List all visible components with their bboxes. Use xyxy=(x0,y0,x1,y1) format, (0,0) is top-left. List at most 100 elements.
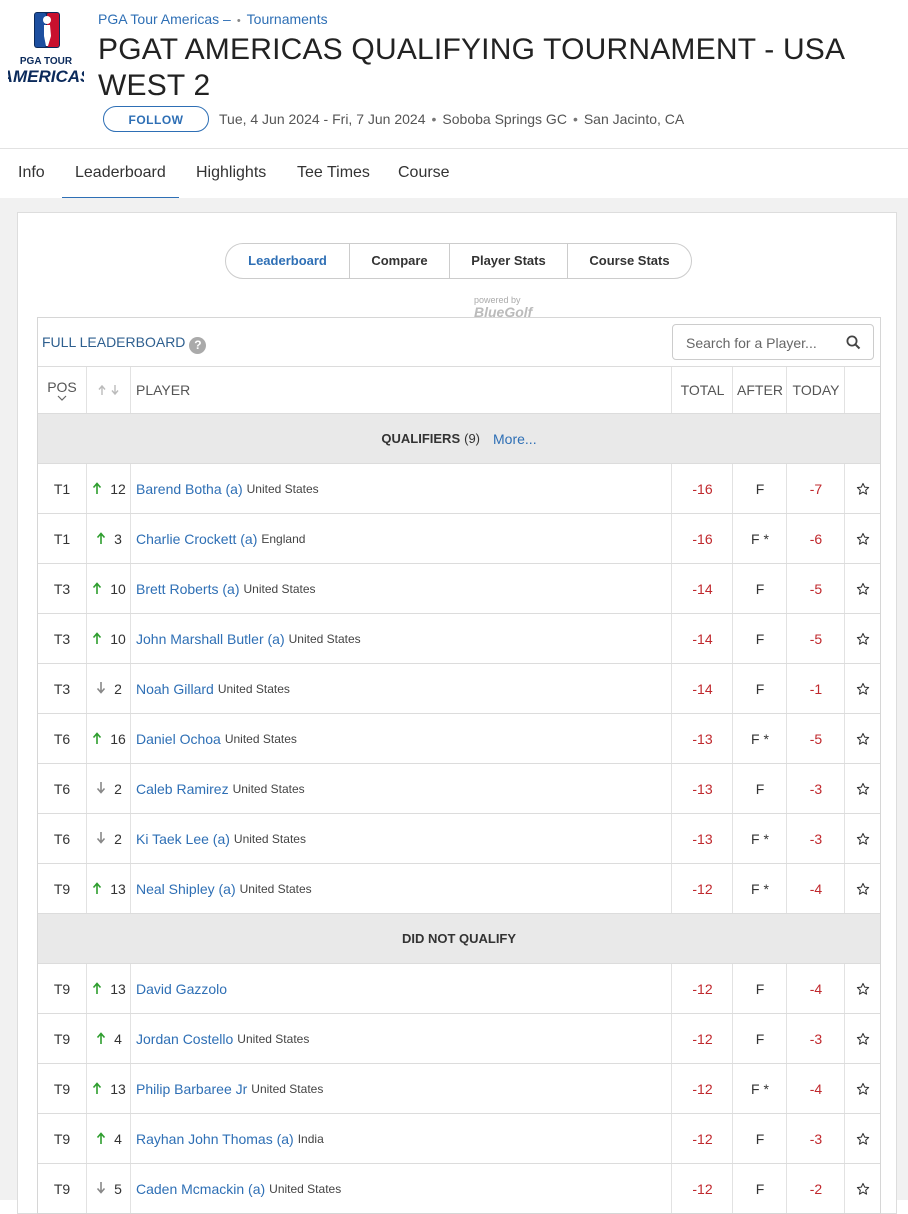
player-cell: Ki Taek Lee (a) United States xyxy=(130,814,671,863)
total-score: -13 xyxy=(671,714,733,763)
today-score: -7 xyxy=(786,464,845,513)
total-score: -12 xyxy=(671,1164,733,1213)
search-icon[interactable] xyxy=(846,335,861,350)
player-name-link[interactable]: John Marshall Butler (a) xyxy=(136,631,285,647)
favorite-star-icon[interactable] xyxy=(844,1164,881,1213)
arrow-up-icon xyxy=(92,881,102,897)
segment-leaderboard[interactable]: Leaderboard xyxy=(226,244,350,278)
player-name-link[interactable]: Charlie Crockett (a) xyxy=(136,531,257,547)
table-row[interactable]: T1 3 Charlie Crockett (a) England -16 F * -6 xyxy=(38,513,880,563)
more-link[interactable]: More... xyxy=(493,431,537,447)
favorite-star-icon[interactable] xyxy=(844,564,881,613)
arrow-down-icon xyxy=(96,831,106,847)
favorite-star-icon[interactable] xyxy=(844,464,881,513)
favorite-star-icon[interactable] xyxy=(844,964,881,1013)
position-change-value: 4 xyxy=(114,1030,122,1047)
breadcrumb: PGA Tour Americas – • Tournaments xyxy=(98,11,328,27)
player-name-link[interactable]: Brett Roberts (a) xyxy=(136,581,239,597)
table-row[interactable]: T6 2 Caleb Ramirez United States -13 F -3 xyxy=(38,763,880,813)
tab-info[interactable]: Info xyxy=(5,149,58,197)
player-name-link[interactable]: Barend Botha (a) xyxy=(136,481,243,497)
column-total[interactable]: TOTAL xyxy=(671,367,733,413)
favorite-star-icon[interactable] xyxy=(844,814,881,863)
today-score: -4 xyxy=(786,864,845,913)
pga-tour-americas-logo[interactable]: PGA TOUR AMERICAS xyxy=(0,12,92,90)
player-name-link[interactable]: Daniel Ochoa xyxy=(136,731,221,747)
position-change-value: 10 xyxy=(110,580,126,597)
table-row[interactable]: T9 13 Neal Shipley (a) United States -12 F * -… xyxy=(38,863,880,913)
position-change-value: 10 xyxy=(110,630,126,647)
player-name-link[interactable]: Jordan Costello xyxy=(136,1031,233,1047)
player-name-link[interactable]: Ki Taek Lee (a) xyxy=(136,831,230,847)
tab-highlights[interactable]: Highlights xyxy=(183,149,279,197)
favorite-star-icon[interactable] xyxy=(844,1064,881,1113)
leaderboard-toolbar: FULL LEADERBOARD? xyxy=(38,318,880,366)
column-pos[interactable]: POS xyxy=(38,367,86,413)
after-status: F * xyxy=(732,864,787,913)
tab-leaderboard[interactable]: Leaderboard xyxy=(62,149,179,200)
breadcrumb-tour-link[interactable]: PGA Tour Americas – xyxy=(98,11,231,27)
player-search-input[interactable] xyxy=(673,325,853,361)
favorite-star-icon[interactable] xyxy=(844,714,881,763)
favorite-star-icon[interactable] xyxy=(844,614,881,663)
total-score: -12 xyxy=(671,964,733,1013)
table-row[interactable]: T9 4 Jordan Costello United States -12 F -3 xyxy=(38,1013,880,1063)
follow-button[interactable]: FOLLOW xyxy=(103,106,209,132)
player-name-link[interactable]: Philip Barbaree Jr xyxy=(136,1081,247,1097)
leaderboard-table: FULL LEADERBOARD? POS PLAYER TOTAL AFTER… xyxy=(37,317,881,1214)
segment-course-stats[interactable]: Course Stats xyxy=(568,244,691,278)
player-name-link[interactable]: Caleb Ramirez xyxy=(136,781,229,797)
player-name-link[interactable]: David Gazzolo xyxy=(136,981,227,997)
table-header: POS PLAYER TOTAL AFTER TODAY xyxy=(38,366,880,413)
column-movement[interactable] xyxy=(86,367,131,413)
favorite-star-icon[interactable] xyxy=(844,664,881,713)
position: T3 xyxy=(53,630,71,647)
table-row[interactable]: T9 4 Rayhan John Thomas (a) India -12 F -3 xyxy=(38,1113,880,1163)
table-row[interactable]: T9 13 Philip Barbaree Jr United States -12 F … xyxy=(38,1063,880,1113)
table-row[interactable]: T3 2 Noah Gillard United States -14 F -1 xyxy=(38,663,880,713)
table-row[interactable]: T9 5 Caden Mcmackin (a) United States -12 F -2 xyxy=(38,1163,880,1213)
favorite-star-icon[interactable] xyxy=(844,1014,881,1063)
segment-player-stats[interactable]: Player Stats xyxy=(450,244,568,278)
player-country: United States xyxy=(232,781,305,796)
player-country: United States xyxy=(237,1031,310,1046)
player-name-link[interactable]: Neal Shipley (a) xyxy=(136,881,236,897)
column-today[interactable]: TODAY xyxy=(786,367,845,413)
player-name-link[interactable]: Caden Mcmackin (a) xyxy=(136,1181,265,1197)
did-not-qualify-label: DID NOT QUALIFY xyxy=(401,931,517,946)
player-country: United States xyxy=(246,481,319,496)
player-cell: Jordan Costello United States xyxy=(130,1014,671,1063)
table-row[interactable]: T6 2 Ki Taek Lee (a) United States -13 F * -3 xyxy=(38,813,880,863)
after-status: F * xyxy=(732,714,787,763)
position-change-value: 13 xyxy=(110,1080,126,1097)
favorite-star-icon[interactable] xyxy=(844,764,881,813)
segment-compare[interactable]: Compare xyxy=(350,244,450,278)
total-score: -13 xyxy=(671,814,733,863)
player-name-link[interactable]: Rayhan John Thomas (a) xyxy=(136,1131,294,1147)
column-player[interactable]: PLAYER xyxy=(130,367,671,413)
table-row[interactable]: T3 10 Brett Roberts (a) United States -14 F -5 xyxy=(38,563,880,613)
position: T3 xyxy=(53,680,71,697)
column-after[interactable]: AFTER xyxy=(732,367,787,413)
table-row[interactable]: T1 12 Barend Botha (a) United States -16 F -7 xyxy=(38,463,880,513)
help-icon[interactable]: ? xyxy=(189,337,207,354)
tournament-header: PGA TOUR AMERICAS PGA Tour Americas – • To… xyxy=(0,0,908,148)
player-name-link[interactable]: Noah Gillard xyxy=(136,681,214,697)
total-score: -12 xyxy=(671,864,733,913)
table-row[interactable]: T9 13 David Gazzolo -12 F -4 xyxy=(38,963,880,1013)
position: T9 xyxy=(53,1180,71,1197)
breadcrumb-tournaments-link[interactable]: Tournaments xyxy=(247,11,328,27)
table-row[interactable]: T3 10 John Marshall Butler (a) United State… xyxy=(38,613,880,663)
qualifiers-count: (9) xyxy=(464,431,481,446)
tab-tee-times[interactable]: Tee Times xyxy=(284,149,383,197)
favorite-star-icon[interactable] xyxy=(844,864,881,913)
table-row[interactable]: T6 16 Daniel Ochoa United States -13 F * -5 xyxy=(38,713,880,763)
favorite-star-icon[interactable] xyxy=(844,514,881,563)
favorite-star-icon[interactable] xyxy=(844,1114,881,1163)
total-score: -14 xyxy=(671,614,733,663)
breadcrumb-separator: • xyxy=(236,15,241,27)
player-cell: Caden Mcmackin (a) United States xyxy=(130,1164,671,1213)
arrow-up-icon xyxy=(92,1081,102,1097)
tab-course[interactable]: Course xyxy=(385,149,463,197)
today-score: -3 xyxy=(786,814,845,863)
